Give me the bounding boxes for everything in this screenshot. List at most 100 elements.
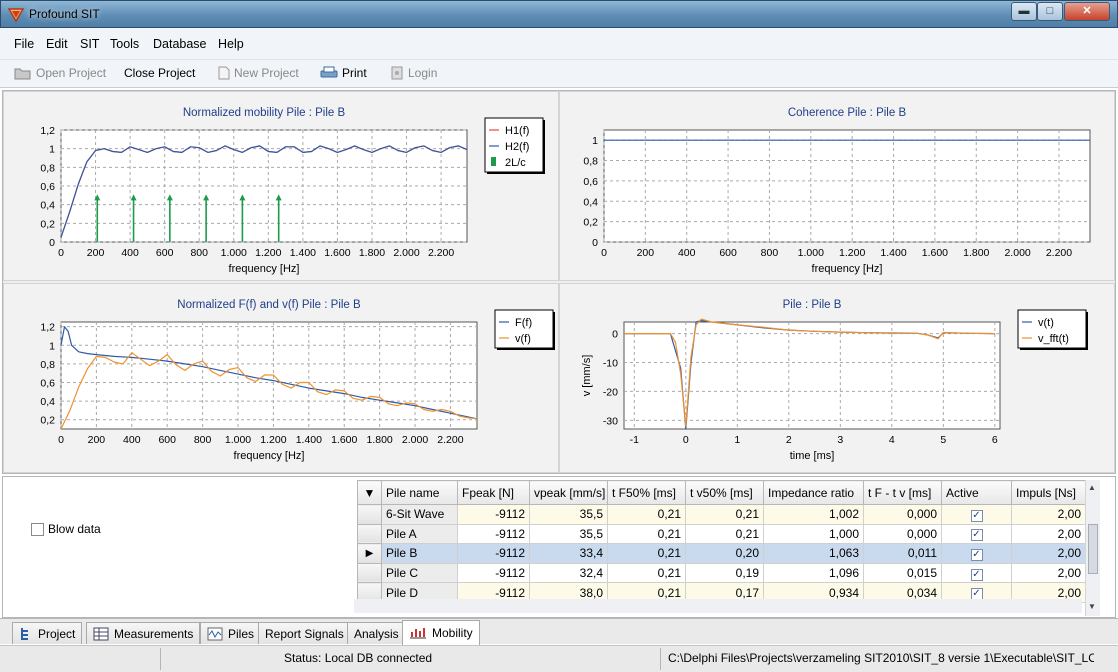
cell-impuls[interactable]: 2,00 <box>1011 504 1086 525</box>
x-tick-label: 1.200 <box>839 247 865 259</box>
velocity-time-chart: Pile : Pile B-1 0 1 2 3 4 5 60-10-20-30time [ms… <box>581 299 1088 462</box>
close-project-button[interactable]: Close Project <box>124 66 195 80</box>
scroll-thumb[interactable] <box>1088 524 1098 574</box>
x-tick-label: -1 <box>630 434 639 446</box>
maximize-button[interactable]: □ <box>1037 2 1063 21</box>
x-tick-label: 2.200 <box>1046 247 1072 259</box>
cell-impedance[interactable]: 1,000 <box>763 523 864 545</box>
blow-data-check[interactable] <box>31 522 44 536</box>
active-checkbox[interactable]: ✓ <box>970 509 983 522</box>
cell-tf50[interactable]: 0,21 <box>607 523 686 545</box>
cell-fpeak[interactable]: -9112 <box>457 543 530 564</box>
cell-impuls[interactable]: 2,00 <box>1011 523 1086 545</box>
y-tick-label: -10 <box>603 357 618 369</box>
cell-tf50[interactable]: 0,21 <box>607 562 686 584</box>
table-row[interactable]: 6-Sit Wave -9112 35,5 0,21 0,21 1,002 0,… <box>357 504 1086 525</box>
cell-pile-name[interactable]: Pile C <box>381 562 458 584</box>
legend-entry: 2L/c <box>505 157 526 169</box>
y-axis-label: v [mm/s] <box>581 355 593 397</box>
cell-tf50[interactable]: 0,21 <box>607 543 686 564</box>
open-project-button[interactable]: Open Project <box>14 66 106 80</box>
column-header-impedance[interactable]: Impedance ratio <box>763 480 864 505</box>
cell-active[interactable]: ✓ <box>941 562 1012 584</box>
scroll-down-arrow-icon[interactable]: ▼ <box>1088 602 1096 611</box>
cell-impuls[interactable]: 2,00 <box>1011 543 1086 564</box>
new-project-button[interactable]: New Project <box>218 66 299 80</box>
cell-active[interactable]: ✓ <box>941 543 1012 564</box>
x-tick-label: 800 <box>761 247 779 259</box>
column-header-pile-name[interactable]: Pile name <box>381 480 458 505</box>
column-header-active[interactable]: Active <box>941 480 1012 505</box>
row-indicator[interactable] <box>357 523 382 545</box>
cell-tftv[interactable]: 0,000 <box>863 523 942 545</box>
row-indicator-header[interactable]: ▼ <box>357 480 382 505</box>
cell-tv50[interactable]: 0,21 <box>685 504 764 525</box>
tab-report-signals[interactable]: Report Signals <box>258 622 351 644</box>
cell-tftv[interactable]: 0,000 <box>863 504 942 525</box>
cell-vpeak[interactable]: 32,4 <box>529 562 608 584</box>
table-row[interactable]: Pile A -9112 35,5 0,21 0,21 1,000 0,000 … <box>357 523 1086 545</box>
cell-tftv[interactable]: 0,015 <box>863 562 942 584</box>
column-header-vpeak[interactable]: vpeak [mm/s] <box>529 480 608 505</box>
cell-impedance[interactable]: 1,063 <box>763 543 864 564</box>
scroll-up-arrow-icon[interactable]: ▲ <box>1088 483 1096 492</box>
column-header-tv50[interactable]: t v50% [ms] <box>685 480 764 505</box>
cell-vpeak[interactable]: 35,5 <box>529 523 608 545</box>
cell-tv50[interactable]: 0,21 <box>685 523 764 545</box>
row-indicator-current[interactable]: ▶ <box>357 543 382 564</box>
menu-sit[interactable]: SIT <box>80 37 99 51</box>
menu-tools[interactable]: Tools <box>110 37 139 51</box>
status-path: C:\Delphi Files\Projects\verzameling SIT… <box>668 651 1094 665</box>
cell-impedance[interactable]: 1,002 <box>763 504 864 525</box>
tab-measurements[interactable]: Measurements <box>86 622 201 644</box>
cell-pile-name[interactable]: 6-Sit Wave <box>381 504 458 525</box>
tab-analysis[interactable]: Analysis <box>347 622 406 644</box>
menu-help[interactable]: Help <box>218 37 244 51</box>
column-header-tftv[interactable]: t F - t v [ms] <box>863 480 942 505</box>
y-tick-label: 0,8 <box>583 156 598 168</box>
tab-piles[interactable]: Piles <box>200 622 262 644</box>
cell-fpeak[interactable]: -9112 <box>457 562 530 584</box>
active-checkbox[interactable]: ✓ <box>970 548 983 561</box>
login-button[interactable]: Login <box>390 66 437 80</box>
menu-file[interactable]: File <box>14 37 34 51</box>
cell-vpeak[interactable]: 35,5 <box>529 504 608 525</box>
cell-vpeak[interactable]: 33,4 <box>529 543 608 564</box>
blow-data-checkbox[interactable]: Blow data <box>31 522 101 536</box>
cell-tf50[interactable]: 0,21 <box>607 504 686 525</box>
column-header-impuls[interactable]: Impuls [Ns] <box>1011 480 1086 505</box>
cell-active[interactable]: ✓ <box>941 523 1012 545</box>
tab-project[interactable]: Project <box>12 622 83 644</box>
x-tick-label: 2.000 <box>402 434 428 446</box>
menu-edit[interactable]: Edit <box>46 37 68 51</box>
menu-database[interactable]: Database <box>153 37 207 51</box>
table-row-selected[interactable]: ▶ Pile B -9112 33,4 0,21 0,20 1,063 0,01… <box>357 543 1086 564</box>
cell-tftv[interactable]: 0,011 <box>863 543 942 564</box>
column-header-fpeak[interactable]: Fpeak [N] <box>457 480 530 505</box>
print-button[interactable]: Print <box>320 66 367 80</box>
x-tick-label: 1.800 <box>359 247 385 259</box>
cell-fpeak[interactable]: -9112 <box>457 504 530 525</box>
row-indicator[interactable] <box>357 562 382 584</box>
cell-tv50[interactable]: 0,20 <box>685 543 764 564</box>
cell-impedance[interactable]: 1,096 <box>763 562 864 584</box>
legend-entry: H1(f) <box>505 125 529 137</box>
table-vertical-scrollbar[interactable]: ▲ ▼ <box>1085 480 1100 616</box>
cell-pile-name[interactable]: Pile A <box>381 523 458 545</box>
row-indicator[interactable] <box>357 504 382 525</box>
cell-impuls[interactable]: 2,00 <box>1011 562 1086 584</box>
cell-active[interactable]: ✓ <box>941 504 1012 525</box>
cell-tv50[interactable]: 0,19 <box>685 562 764 584</box>
table-horizontal-scrollbar[interactable] <box>354 599 1082 613</box>
close-button[interactable]: ✕ <box>1064 2 1110 21</box>
cell-pile-name[interactable]: Pile B <box>381 543 458 564</box>
cell-fpeak[interactable]: -9112 <box>457 523 530 545</box>
tab-mobility[interactable]: Mobility <box>402 620 480 645</box>
table-row[interactable]: Pile C -9112 32,4 0,21 0,19 1,096 0,015 … <box>357 562 1086 584</box>
active-checkbox[interactable]: ✓ <box>970 529 983 542</box>
column-header-tf50[interactable]: t F50% [ms] <box>607 480 686 505</box>
minimize-button[interactable]: ▬ <box>1011 2 1037 21</box>
measurements-grid-icon <box>93 627 109 640</box>
x-tick-label: 1.600 <box>324 247 350 259</box>
active-checkbox[interactable]: ✓ <box>970 568 983 581</box>
